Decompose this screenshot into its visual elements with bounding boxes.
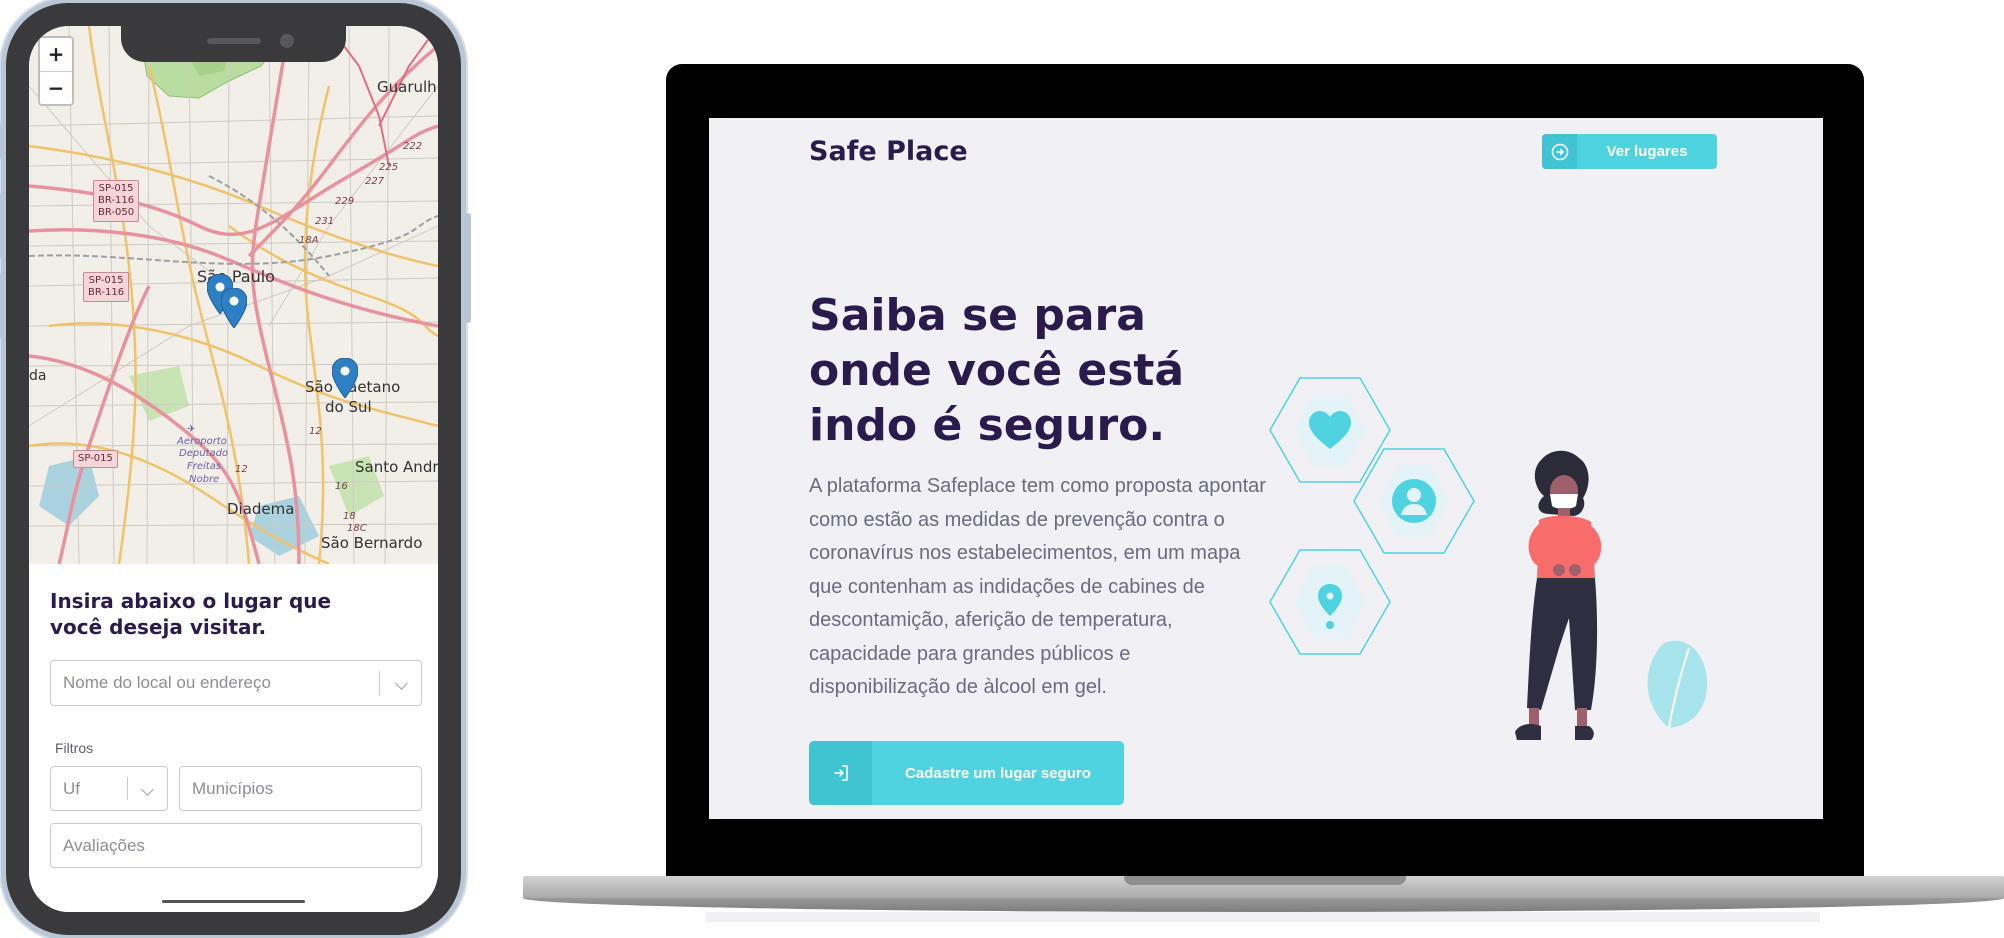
place-search-select[interactable]: Nome do local ou endereço <box>50 660 422 706</box>
phone-mute-button <box>0 123 2 159</box>
laptop-shadow <box>706 912 1820 922</box>
road-number: 225 <box>379 162 399 173</box>
home-indicator <box>162 900 305 903</box>
map-label-sao-caetano-2: do Sul <box>325 398 372 416</box>
avaliacoes-placeholder: Avaliações <box>63 835 145 855</box>
municipios-placeholder: Municípios <box>192 778 274 798</box>
uf-select[interactable]: Uf <box>50 766 168 811</box>
laptop-screen: Safe Place Ver lugares Saiba se para ond… <box>709 118 1823 819</box>
brand-logo[interactable]: Safe Place <box>809 136 968 167</box>
road-number: 222 <box>403 141 423 152</box>
plant-leaf <box>1647 640 1708 729</box>
form-heading: Insira abaixo o lugar que você deseja vi… <box>50 589 332 639</box>
search-form: Insira abaixo o lugar que você deseja vi… <box>29 564 438 912</box>
road-number: 229 <box>335 196 355 207</box>
select-separator <box>127 777 128 800</box>
highway-shield: SP-015 BR-116 BR-050 <box>93 180 140 222</box>
select-separator <box>379 671 380 695</box>
woman-figure <box>1515 450 1602 740</box>
laptop-trackpad-notch <box>1124 876 1406 885</box>
road-number: 227 <box>365 176 385 187</box>
map-view[interactable]: + − Guarulh São Paulo São Caetano do Sul… <box>29 26 438 564</box>
road-number: 18A <box>299 235 319 246</box>
hero-illustration <box>1269 377 1708 740</box>
cadastre-lugar-label: Cadastre um lugar seguro <box>905 764 1091 782</box>
map-marker-icon[interactable] <box>221 288 247 328</box>
log-in-icon <box>809 741 872 805</box>
speaker <box>207 38 261 44</box>
phone-mockup: + − Guarulh São Paulo São Caetano do Sul… <box>0 3 471 935</box>
phone-notch <box>121 26 346 62</box>
filters-label: Filtros <box>55 740 94 756</box>
chevron-down-icon <box>395 677 408 690</box>
road-number: 18C <box>347 523 367 534</box>
map-label-airport-3: Freitas <box>187 461 222 472</box>
ver-lugares-label: Ver lugares <box>1606 143 1688 160</box>
phone-volume-down-button <box>0 273 2 339</box>
road-number: 18 <box>343 511 356 522</box>
road-number: 12 <box>309 426 322 437</box>
map-label-edge: da <box>29 368 47 384</box>
phone-screen: + − Guarulh São Paulo São Caetano do Sul… <box>29 26 438 912</box>
heart-icon <box>1269 377 1391 483</box>
hero-title: Saiba se para onde você está indo é segu… <box>809 290 1185 451</box>
avaliacoes-input[interactable]: Avaliações <box>50 823 422 868</box>
road-number: 16 <box>335 481 348 492</box>
map-label-diadema: Diadema <box>227 500 295 518</box>
map-pin-icon <box>1269 549 1391 655</box>
map-label-santo-andre: Santo Andr <box>355 458 438 476</box>
road-number: 12 <box>235 464 248 475</box>
map-marker-icon[interactable] <box>332 358 358 398</box>
highway-shield: SP-015 BR-116 <box>83 272 130 302</box>
user-icon <box>1353 448 1475 554</box>
map-label-airport-1: Aeroporto <box>177 436 227 447</box>
hero-description: A plataforma Safeplace tem como proposta… <box>809 475 1266 698</box>
road-number: 231 <box>315 216 335 227</box>
highway-shield: SP-015 <box>73 450 118 468</box>
cadastre-lugar-button[interactable]: Cadastre um lugar seguro <box>809 741 1124 805</box>
zoom-out-button[interactable]: − <box>40 72 72 105</box>
phone-power-button <box>465 213 471 323</box>
phone-volume-up-button <box>0 193 2 259</box>
arrow-right-circle-icon <box>1542 134 1577 169</box>
chevron-down-icon <box>141 782 154 796</box>
map-label-airport-2: Deputado <box>179 448 229 459</box>
place-search-placeholder: Nome do local ou endereço <box>63 673 271 692</box>
map-label-sao-bernardo: São Bernardo <box>321 534 423 552</box>
uf-placeholder: Uf <box>63 778 80 798</box>
airport-icon: ✈ <box>187 424 196 435</box>
ver-lugares-button[interactable]: Ver lugares <box>1542 134 1717 169</box>
map-label-guarulhos: Guarulh <box>377 78 437 96</box>
laptop-base-bottom <box>523 898 2004 912</box>
map-zoom-control: + − <box>38 36 74 106</box>
map-label-airport-4: Nobre <box>189 474 220 485</box>
front-camera <box>280 34 294 48</box>
municipios-input[interactable]: Municípios <box>179 766 422 811</box>
zoom-in-button[interactable]: + <box>40 38 72 72</box>
